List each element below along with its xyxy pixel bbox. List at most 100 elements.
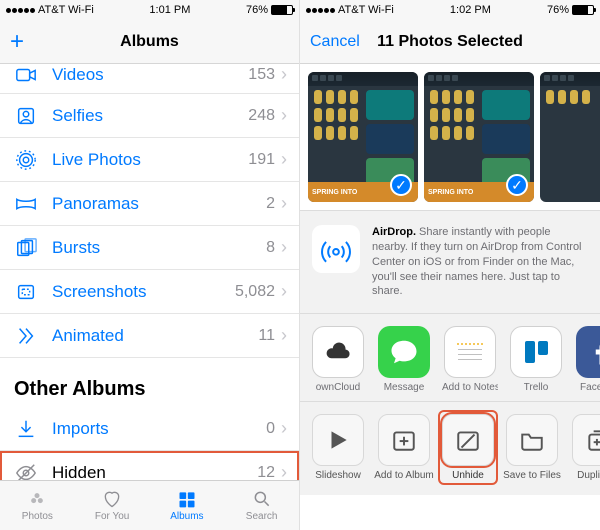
chevron-right-icon: › [281,64,287,85]
tab-label: For You [95,511,129,522]
battery-pct: 76% [547,4,569,16]
carrier-label: AT&T Wi-Fi [38,4,94,16]
action-label: Add to Album [374,470,433,481]
tab-search[interactable]: Search [224,481,299,530]
album-label: Selfies [52,106,248,126]
actions-row[interactable]: Slideshow Add to Album Unhide Save to Fi… [300,401,600,495]
album-count: 8 [266,239,275,257]
add-album-icon [378,414,430,466]
share-app-trello[interactable]: Trello [508,326,564,393]
checkmark-icon: ✓ [390,174,412,196]
share-app-facebook[interactable]: Facebook [574,326,600,393]
album-label: Imports [52,419,266,439]
album-label: Screenshots [52,282,235,302]
action-label: Slideshow [315,470,361,481]
notes-icon [444,326,496,378]
action-label: Save to Files [503,470,561,481]
action-label: Duplicate [577,470,600,481]
burst-icon [14,236,38,260]
share-label: Trello [524,382,549,393]
share-label: Facebook [580,382,600,393]
other-albums-header: Other Albums [0,358,299,407]
chevron-right-icon: › [281,281,287,302]
action-unhide[interactable]: Unhide [440,412,496,483]
signal-icon [6,8,35,13]
album-row-panoramas[interactable]: Panoramas 2 › [0,182,299,226]
album-row-selfies[interactable]: Selfies 248 › [0,94,299,138]
animated-icon [14,324,38,348]
albums-tab-icon [175,489,199,509]
facebook-icon [576,326,600,378]
album-row-animated[interactable]: Animated 11 › [0,314,299,358]
album-row-bursts[interactable]: Bursts 8 › [0,226,299,270]
import-icon [14,417,38,441]
share-apps-row[interactable]: ownCloud Message Add to Notes Trello Fac… [300,314,600,401]
action-add-to-album[interactable]: Add to Album [376,414,432,481]
tab-photos[interactable]: Photos [0,481,75,530]
foryou-tab-icon [100,489,124,509]
video-icon [14,63,38,87]
tab-foryou[interactable]: For You [75,481,150,530]
share-label: Message [384,382,425,393]
carrier-label: AT&T Wi-Fi [338,4,394,16]
status-bar: AT&T Wi-Fi 1:01 PM 76% [0,0,299,20]
tab-albums[interactable]: Albums [150,481,225,530]
album-count: 191 [248,151,275,169]
action-slideshow[interactable]: Slideshow [310,414,366,481]
album-count: 0 [266,420,275,438]
add-button[interactable]: + [10,28,24,56]
battery-icon [572,5,594,15]
airdrop-icon [312,225,360,273]
album-count: 248 [248,107,275,125]
airdrop-text: AirDrop. Share instantly with people nea… [372,225,588,299]
search-tab-icon [250,489,274,509]
album-label: Bursts [52,238,266,258]
clock: 1:02 PM [450,4,491,16]
album-count: 5,082 [235,283,275,301]
status-bar: AT&T Wi-Fi 1:02 PM 76% [300,0,600,20]
album-count: 12 [257,464,275,482]
albums-screen: AT&T Wi-Fi 1:01 PM 76% + Albums Videos 1… [0,0,300,530]
selected-photos-strip[interactable]: SPRING INTO ✓ SPRING INTO ✓ [300,64,600,210]
unhide-icon [442,414,494,466]
airdrop-section[interactable]: AirDrop. Share instantly with people nea… [300,210,600,314]
clock: 1:01 PM [149,4,190,16]
battery-icon [271,5,293,15]
trello-icon [510,326,562,378]
photo-thumbnail[interactable]: SPRING INTO ✓ [424,72,534,202]
tab-bar: Photos For You Albums Search [0,480,299,530]
nav-header: + Albums [0,20,299,64]
album-row-videos[interactable]: Videos 153 › [0,64,299,94]
tab-label: Photos [22,511,53,522]
action-save-to-files[interactable]: Save to Files [504,414,560,481]
cancel-button[interactable]: Cancel [310,33,360,51]
photo-thumbnail[interactable]: SPRING INTO ✓ [308,72,418,202]
album-row-screenshots[interactable]: Screenshots 5,082 › [0,270,299,314]
selfie-icon [14,104,38,128]
share-app-notes[interactable]: Add to Notes [442,326,498,393]
photo-thumbnail[interactable] [540,72,600,202]
photos-tab-icon [25,489,49,509]
tab-label: Albums [170,511,203,522]
action-label: Unhide [452,470,484,481]
share-app-owncloud[interactable]: ownCloud [310,326,366,393]
album-label: Videos [52,65,248,85]
album-label: Live Photos [52,150,248,170]
owncloud-icon [312,326,364,378]
checkmark-icon: ✓ [506,174,528,196]
album-count: 153 [248,66,275,84]
album-row-livephotos[interactable]: Live Photos 191 › [0,138,299,182]
duplicate-icon [572,414,600,466]
nav-header: Cancel 11 Photos Selected [300,20,600,64]
media-types-list: Videos 153 › Selfies 248 › Live Photos 1… [0,64,299,530]
message-icon [378,326,430,378]
chevron-right-icon: › [281,325,287,346]
album-row-imports[interactable]: Imports 0 › [0,407,299,451]
action-duplicate[interactable]: Duplicate [570,414,600,481]
chevron-right-icon: › [281,149,287,170]
tab-label: Search [246,511,278,522]
album-label: Panoramas [52,194,266,214]
panorama-icon [14,192,38,216]
share-app-message[interactable]: Message [376,326,432,393]
signal-icon [306,8,335,13]
